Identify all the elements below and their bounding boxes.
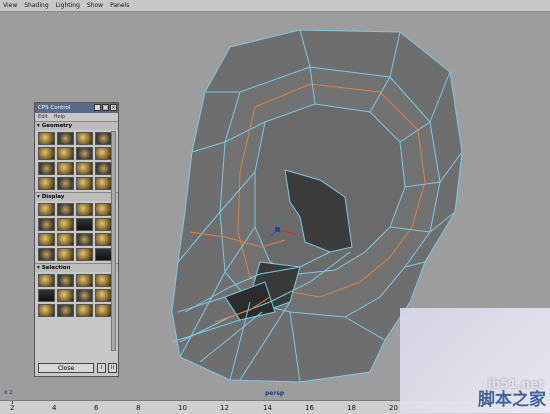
tick-label: 20 <box>389 404 398 412</box>
menu-show[interactable]: Show <box>87 2 103 9</box>
tool-icon[interactable] <box>95 274 112 287</box>
cps-menubar: Edit Help <box>35 113 118 121</box>
tool-icon[interactable] <box>57 162 74 175</box>
tool-icon[interactable] <box>38 132 55 145</box>
tool-icon[interactable] <box>38 274 55 287</box>
menu-lighting[interactable]: Lighting <box>56 2 80 9</box>
tool-icon[interactable] <box>76 248 93 261</box>
tick-label: 14 <box>263 404 272 412</box>
tool-icon[interactable] <box>95 218 112 231</box>
geometry-tools <box>35 130 118 192</box>
cps-menu-edit[interactable]: Edit <box>38 114 48 120</box>
tool-icon[interactable] <box>76 233 93 246</box>
small-button-2[interactable]: II <box>108 363 117 373</box>
section-selection[interactable]: ▾ Selection <box>35 263 118 272</box>
tool-icon[interactable] <box>38 177 55 190</box>
minimize-icon[interactable]: _ <box>94 104 101 111</box>
tick-label: 6 <box>94 404 99 412</box>
cps-title: CPS Control <box>38 105 71 111</box>
cps-control-window[interactable]: CPS Control _ □ × Edit Help ▾ Geometry ▾… <box>34 102 119 377</box>
camera-label: persp <box>265 390 285 397</box>
watermark: jb51.net 脚本之家 <box>400 308 550 413</box>
tool-icon[interactable] <box>95 162 112 175</box>
tool-icon[interactable] <box>76 177 93 190</box>
tick-label: 10 <box>178 404 187 412</box>
tool-icon[interactable] <box>57 132 74 145</box>
tool-icon[interactable] <box>95 132 112 145</box>
section-selection-label: Selection <box>41 265 71 271</box>
menu-view[interactable]: View <box>3 2 17 9</box>
tool-icon[interactable] <box>57 233 74 246</box>
cps-menu-help[interactable]: Help <box>54 114 65 120</box>
tool-icon[interactable] <box>57 177 74 190</box>
tool-icon[interactable] <box>57 147 74 160</box>
tool-icon[interactable] <box>38 304 55 317</box>
tool-icon[interactable] <box>76 162 93 175</box>
tool-icon[interactable] <box>38 147 55 160</box>
tool-icon[interactable] <box>76 289 93 302</box>
tool-icon[interactable] <box>76 304 93 317</box>
tool-icon[interactable] <box>95 203 112 216</box>
tool-icon[interactable] <box>38 162 55 175</box>
tool-icon[interactable] <box>95 233 112 246</box>
menu-panels[interactable]: Panels <box>110 2 129 9</box>
menu-shading[interactable]: Shading <box>24 2 48 9</box>
close-icon[interactable]: × <box>110 104 117 111</box>
tool-icon[interactable] <box>95 304 112 317</box>
tick-label: 18 <box>347 404 356 412</box>
tool-icon[interactable] <box>57 289 74 302</box>
tool-icon[interactable] <box>95 248 112 261</box>
maximize-icon[interactable]: □ <box>102 104 109 111</box>
tool-icon[interactable] <box>76 147 93 160</box>
tool-icon[interactable] <box>57 304 74 317</box>
display-tools <box>35 201 118 263</box>
watermark-name: 脚本之家 <box>478 390 546 410</box>
tool-icon[interactable] <box>57 203 74 216</box>
tool-icon[interactable] <box>76 218 93 231</box>
tick-label: 16 <box>305 404 314 412</box>
tool-icon[interactable] <box>57 218 74 231</box>
tool-icon[interactable] <box>95 147 112 160</box>
tool-icon[interactable] <box>57 274 74 287</box>
tool-icon[interactable] <box>57 248 74 261</box>
tick-label: 8 <box>136 404 141 412</box>
tool-icon[interactable] <box>38 233 55 246</box>
section-display-label: Display <box>41 194 65 200</box>
tool-icon[interactable] <box>38 203 55 216</box>
tick-label: 12 <box>220 404 229 412</box>
section-geometry-label: Geometry <box>41 123 73 129</box>
tool-icon[interactable] <box>38 289 55 302</box>
tool-icon[interactable] <box>76 274 93 287</box>
tool-icon[interactable] <box>76 203 93 216</box>
section-geometry[interactable]: ▾ Geometry <box>35 121 118 130</box>
tool-icon[interactable] <box>76 132 93 145</box>
section-display[interactable]: ▾ Display <box>35 192 118 201</box>
tool-icon[interactable] <box>38 248 55 261</box>
tick-label: 2 <box>10 404 15 412</box>
axis-indicator: x z <box>4 389 13 396</box>
close-button[interactable]: Close <box>38 363 94 373</box>
tool-icon[interactable] <box>38 218 55 231</box>
panel-menubar: View Shading Lighting Show Panels <box>0 0 550 12</box>
cps-scrollbar[interactable] <box>111 131 116 351</box>
tool-icon[interactable] <box>95 177 112 190</box>
tool-icon[interactable] <box>95 289 112 302</box>
tick-label: 4 <box>52 404 57 412</box>
selection-tools <box>35 272 118 319</box>
small-button-1[interactable]: I <box>97 363 106 373</box>
cps-title-bar[interactable]: CPS Control _ □ × <box>35 103 118 113</box>
